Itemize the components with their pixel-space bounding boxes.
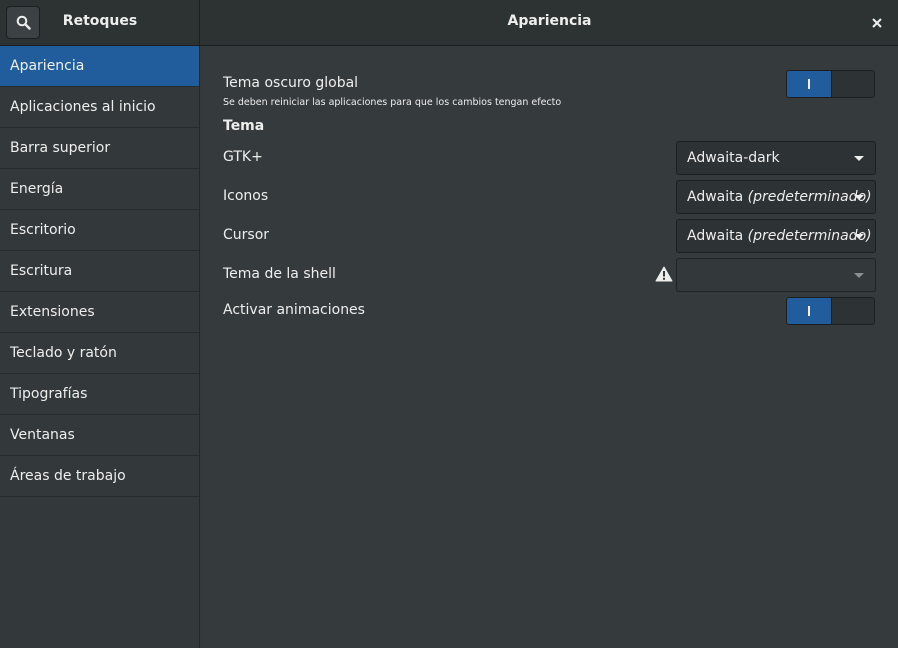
page-title: Apariencia — [507, 13, 592, 29]
shell-theme-label: Tema de la shell — [223, 266, 336, 282]
sidebar-item-aplicaciones-al-inicio[interactable]: Aplicaciones al inicio — [0, 87, 199, 128]
sidebar-item-barra-superior[interactable]: Barra superior — [0, 128, 199, 169]
cursor-label: Cursor — [223, 227, 270, 243]
sidebar-item-extensiones[interactable]: Extensiones — [0, 292, 199, 333]
main-content: Tema oscuro global Se deben reiniciar la… — [201, 46, 898, 648]
dropdown-arrow-icon — [854, 234, 864, 239]
shell-theme-combo[interactable] — [676, 258, 876, 292]
icons-theme-value: Adwaita — [687, 189, 744, 205]
gtk-theme-combo[interactable]: Adwaita-dark — [676, 141, 876, 175]
sidebar-item-tipografias[interactable]: Tipografías — [0, 374, 199, 415]
sidebar-item-energia[interactable]: Energía — [0, 169, 199, 210]
cursor-theme-combo[interactable]: Adwaita (predeterminado) — [676, 219, 876, 253]
sidebar-item-escritura[interactable]: Escritura — [0, 251, 199, 292]
sidebar-item-teclado-y-raton[interactable]: Teclado y ratón — [0, 333, 199, 374]
icons-label: Iconos — [223, 188, 269, 204]
app-title: Retoques — [62, 13, 138, 29]
gtk-theme-value: Adwaita-dark — [687, 150, 780, 166]
animations-switch[interactable] — [786, 297, 875, 325]
dropdown-arrow-icon — [854, 273, 864, 278]
close-button[interactable] — [866, 12, 888, 34]
tweaks-window: Retoques Apariencia Apariencia Aplicacio… — [0, 0, 898, 648]
gtk-label: GTK+ — [223, 149, 263, 165]
dropdown-arrow-icon — [854, 156, 864, 161]
warning-icon — [655, 266, 673, 282]
icons-theme-combo[interactable]: Adwaita (predeterminado) — [676, 180, 876, 214]
close-icon — [872, 18, 882, 28]
dark-theme-switch[interactable] — [786, 70, 875, 98]
dark-theme-subtitle: Se deben reiniciar las aplicaciones para… — [223, 97, 562, 108]
sidebar-item-ventanas[interactable]: Ventanas — [0, 415, 199, 456]
cursor-theme-value: Adwaita — [687, 228, 744, 244]
theme-section-title: Tema — [223, 118, 265, 134]
dark-theme-label: Tema oscuro global — [223, 75, 359, 91]
header-bar: Retoques Apariencia — [0, 0, 898, 46]
header-sidebar-section: Retoques — [0, 0, 200, 46]
sidebar-item-apariencia[interactable]: Apariencia — [0, 46, 199, 87]
dropdown-arrow-icon — [854, 195, 864, 200]
sidebar-item-areas-de-trabajo[interactable]: Áreas de trabajo — [0, 456, 199, 497]
animations-label: Activar animaciones — [223, 302, 365, 318]
sidebar: Apariencia Aplicaciones al inicio Barra … — [0, 46, 200, 648]
sidebar-item-escritorio[interactable]: Escritorio — [0, 210, 199, 251]
